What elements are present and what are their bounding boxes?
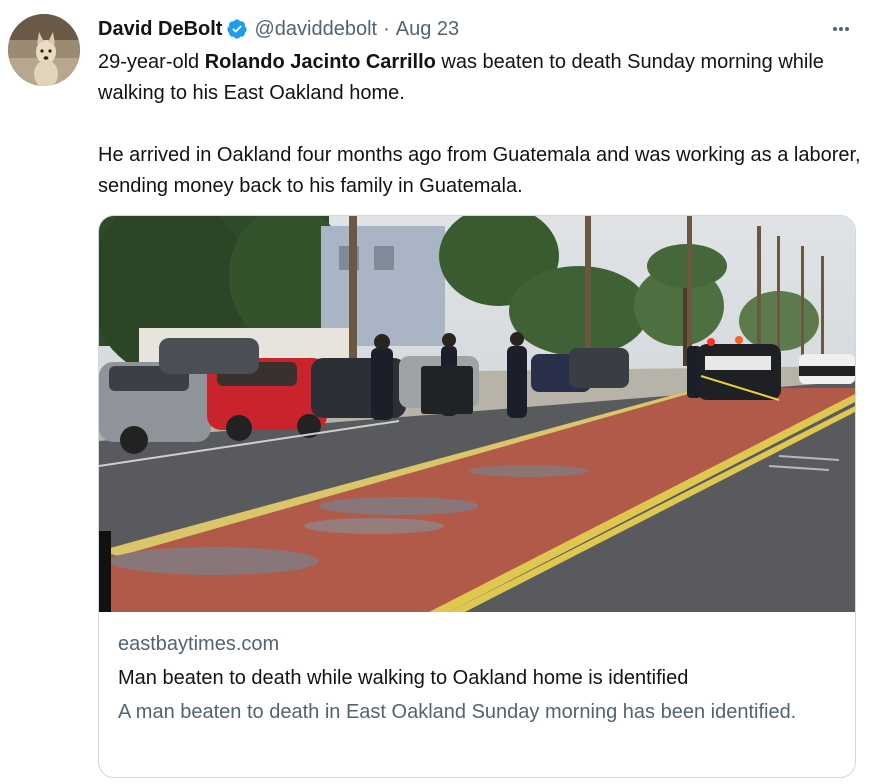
card-domain: eastbaytimes.com: [118, 633, 280, 655]
dog-photo-avatar: [8, 14, 80, 86]
more-options-icon: [833, 27, 849, 31]
street-crime-scene-photo: [99, 216, 855, 612]
card-meta: eastbaytimes.com Man beaten to death whi…: [118, 630, 838, 727]
separator-dot: ·: [383, 17, 390, 40]
author-handle[interactable]: @daviddebolt: [254, 18, 377, 41]
verified-badge-icon: [227, 19, 248, 39]
avatar[interactable]: [8, 14, 80, 86]
tweet-text: 29-year-old Rolando Jacinto Carrillo was…: [98, 47, 863, 202]
victim-name: Rolando Jacinto Carrillo: [204, 51, 436, 73]
more-options-button[interactable]: [827, 15, 855, 43]
card-image[interactable]: [99, 216, 855, 612]
card-title: Man beaten to death while walking to Oak…: [118, 667, 689, 689]
tweet-text-prefix: 29-year-old: [98, 51, 205, 73]
tweet-header: David DeBolt @daviddebolt · Aug 23: [98, 15, 855, 43]
tweet-paragraph-2: He arrived in Oakland four months ago fr…: [98, 144, 861, 197]
author-name[interactable]: David DeBolt: [98, 18, 222, 41]
card-description: A man beaten to death in East Oakland Su…: [118, 701, 797, 723]
tweet-paragraph-1: 29-year-old Rolando Jacinto Carrillo was…: [98, 47, 863, 109]
link-preview-card[interactable]: eastbaytimes.com Man beaten to death whi…: [98, 215, 856, 778]
tweet-date[interactable]: Aug 23: [396, 18, 459, 41]
